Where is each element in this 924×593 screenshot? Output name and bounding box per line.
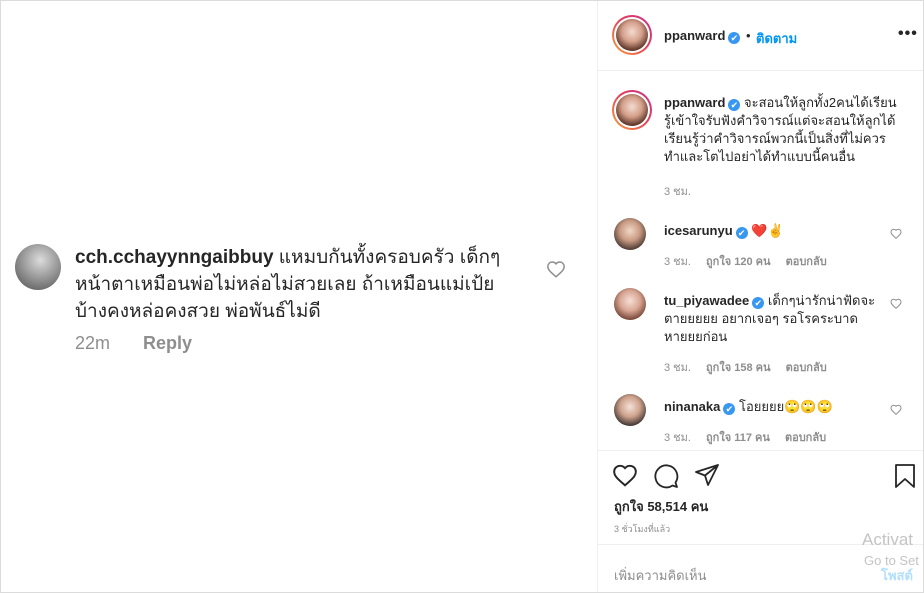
add-comment-bar: เพิ่มความคิดเห็น โพสต์ bbox=[598, 544, 923, 592]
follow-button[interactable]: ติดตาม bbox=[756, 28, 797, 49]
more-options-icon[interactable]: ••• bbox=[898, 25, 918, 43]
post-side-panel: ppanward ✔ • ติดตาม ••• ppanward ✔ จะสอนให… bbox=[598, 1, 923, 592]
verified-badge-icon: ✔ bbox=[728, 99, 741, 111]
caption-username[interactable]: ppanward bbox=[664, 95, 725, 110]
avatar[interactable] bbox=[614, 218, 646, 250]
verified-badge-icon: ✔ bbox=[728, 32, 741, 44]
comment-text-block: icesarunyu ✔ ❤️✌️ bbox=[664, 222, 876, 240]
likes-count[interactable]: ถูกใจ 58,514 คน bbox=[614, 496, 708, 517]
caption-avatar[interactable] bbox=[612, 90, 652, 130]
comment-text-block: tu_piyawadee ✔ เด็กๆน่ารักน่าฟัดจะตายยยยย… bbox=[664, 292, 876, 346]
comment-input[interactable]: เพิ่มความคิดเห็น bbox=[614, 565, 707, 586]
like-heart-icon[interactable] bbox=[612, 463, 638, 492]
comment-time: 3 ชม. bbox=[664, 256, 691, 268]
heart-icon[interactable] bbox=[890, 296, 902, 314]
avatar[interactable] bbox=[614, 288, 646, 320]
comment-likes[interactable]: ถูกใจ 117 คน bbox=[706, 432, 770, 444]
share-icon[interactable] bbox=[694, 463, 720, 492]
comment-meta: 3 ชม. ถูกใจ 158 คน ตอบกลับ bbox=[664, 358, 839, 376]
reply-button[interactable]: Reply bbox=[143, 333, 192, 353]
bookmark-icon[interactable] bbox=[894, 463, 916, 494]
comment-time: 3 ชม. bbox=[664, 362, 691, 374]
comment-username[interactable]: ninanaka bbox=[664, 399, 720, 414]
heart-icon[interactable] bbox=[890, 226, 902, 244]
comment-likes[interactable]: ถูกใจ 158 คน bbox=[706, 362, 770, 374]
story-ring-avatar[interactable] bbox=[612, 15, 652, 55]
comment-username[interactable]: tu_piyawadee bbox=[664, 293, 749, 308]
comment-bubble-icon[interactable] bbox=[653, 463, 679, 494]
comment-time: 22m bbox=[75, 333, 111, 353]
activation-watermark: Activat bbox=[862, 530, 914, 549]
post-timestamp: 3 ชั่วโมงที่แล้ว bbox=[614, 524, 671, 534]
avatar[interactable] bbox=[15, 244, 61, 290]
verified-badge-icon: ✔ bbox=[723, 403, 736, 415]
verified-badge-icon: ✔ bbox=[752, 297, 765, 309]
avatar bbox=[616, 19, 648, 51]
comment-username[interactable]: cch.cchayynngaibbuy bbox=[75, 247, 274, 268]
header-username[interactable]: ppanward bbox=[664, 28, 725, 43]
separator-dot: • bbox=[746, 28, 751, 43]
verified-badge-icon: ✔ bbox=[735, 227, 748, 239]
activation-watermark-sub: Go to Set bbox=[864, 553, 919, 568]
avatar[interactable] bbox=[614, 394, 646, 426]
post-comment-button[interactable]: โพสต์ bbox=[881, 565, 913, 586]
comment-meta: 3 ชม. ถูกใจ 117 คน ตอบกลับ bbox=[664, 428, 838, 446]
comment-meta: 3 ชม. ถูกใจ 120 คน ตอบกลับ bbox=[664, 252, 839, 270]
comment-likes[interactable]: ถูกใจ 120 คน bbox=[706, 256, 770, 268]
comment-time: 3 ชม. bbox=[664, 432, 691, 444]
reply-button[interactable]: ตอบกลับ bbox=[786, 256, 827, 268]
caption-time: 3 ชม. bbox=[664, 186, 691, 198]
reply-button[interactable]: ตอบกลับ bbox=[785, 432, 826, 444]
avatar bbox=[616, 94, 648, 126]
comment-text: ❤️✌️ bbox=[751, 223, 784, 238]
post-image-panel: cch.cchayynngaibbuy แหมบกันทั้งครอบครัว … bbox=[1, 1, 597, 592]
caption-text-block: ppanward ✔ จะสอนให้ลูกทั้ง2คนได้เรียนรู้เ… bbox=[664, 94, 900, 166]
heart-icon[interactable] bbox=[546, 260, 566, 283]
reply-button[interactable]: ตอบกลับ bbox=[786, 362, 827, 374]
comment-body: cch.cchayynngaibbuy แหมบกันทั้งครอบครัว … bbox=[75, 244, 525, 325]
comment-text-block: ninanaka ✔ โอยยยย🙄🙄🙄 bbox=[664, 398, 876, 416]
header-username-row: ppanward ✔ bbox=[664, 28, 741, 44]
post-header: ppanward ✔ • ติดตาม ••• bbox=[598, 1, 923, 71]
comment-text: โอยยยย🙄🙄🙄 bbox=[738, 399, 833, 414]
comment-meta: 22m Reply bbox=[75, 333, 220, 354]
comments-list[interactable]: ppanward ✔ จะสอนให้ลูกทั้ง2คนได้เรียนรู้เ… bbox=[598, 72, 923, 450]
heart-icon[interactable] bbox=[890, 402, 902, 420]
comment-username[interactable]: icesarunyu bbox=[664, 223, 733, 238]
